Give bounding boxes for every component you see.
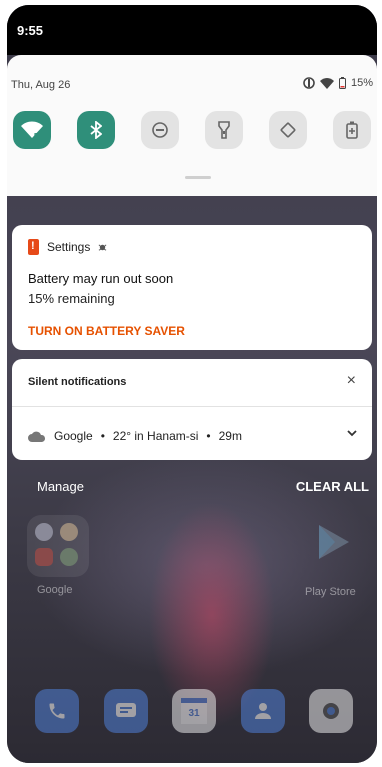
clear-all-button[interactable]: CLEAR ALL <box>296 479 369 494</box>
wifi-badge: 5 <box>34 133 38 139</box>
camera-icon[interactable] <box>309 689 353 733</box>
weather-detail: 22° in Hanam-si <box>112 429 199 443</box>
auto-rotate-icon <box>280 122 296 138</box>
separator: • <box>100 429 105 443</box>
tile-do-not-disturb[interactable] <box>141 111 179 149</box>
battery-percent: 15% <box>350 77 373 89</box>
manage-button[interactable]: Manage <box>37 479 84 494</box>
battery-saver-icon <box>346 121 358 139</box>
tile-auto-rotate[interactable] <box>269 111 307 149</box>
qs-date: Thu, Aug 26 <box>11 79 71 91</box>
flashlight-icon <box>218 121 230 139</box>
quick-settings-panel: Thu, Aug 26 15% 5 <box>7 55 377 196</box>
battery-alert-icon <box>28 239 39 255</box>
app-dock: 31 <box>35 689 353 733</box>
calendar-icon[interactable]: 31 <box>172 689 216 733</box>
drive-icon <box>60 548 78 566</box>
tile-wifi[interactable]: 5 <box>13 111 51 149</box>
tile-bluetooth[interactable] <box>77 111 115 149</box>
wifi-icon: 5 <box>21 121 43 139</box>
status-bar: 9:55 <box>7 5 377 55</box>
play-store-icon[interactable] <box>317 523 351 561</box>
play-store-label: Play Store <box>305 586 356 598</box>
calendar-day: 31 <box>181 698 207 724</box>
contacts-icon[interactable] <box>240 689 285 733</box>
messages-icon[interactable] <box>103 689 148 733</box>
drag-handle[interactable] <box>185 176 211 179</box>
silent-header: Silent notifications <box>28 376 127 388</box>
google-app-name: Google <box>54 429 93 443</box>
quick-tiles: 5 <box>9 111 375 149</box>
silent-notifications-card: Silent notifications × Google • 22° in H… <box>12 359 372 460</box>
chrome-icon <box>60 523 78 541</box>
do-not-disturb-icon <box>152 122 168 138</box>
wifi-status-icon <box>319 77 334 89</box>
notification-app-name: Settings <box>47 240 91 254</box>
notification-title: Battery may run out soon <box>28 271 174 286</box>
divider <box>12 406 372 407</box>
tile-flashlight[interactable] <box>205 111 243 149</box>
separator: • <box>206 429 211 443</box>
tile-battery-saver[interactable] <box>333 111 371 149</box>
dismiss-silent-button[interactable]: × <box>347 372 356 390</box>
battery-saver-action[interactable]: TURN ON BATTERY SAVER <box>28 324 185 338</box>
chevron-down-icon[interactable] <box>347 429 357 437</box>
notification-time: 29m <box>218 429 242 443</box>
settings-notification[interactable]: Settings Battery may run out soon 15% re… <box>12 225 372 350</box>
bug-icon <box>98 243 107 251</box>
phone-screen: Google Play Store 31 9:55 Thu, Aug 26 15… <box>7 5 377 763</box>
youtube-icon <box>35 548 53 566</box>
google-folder[interactable] <box>27 515 89 577</box>
bluetooth-icon <box>90 121 102 139</box>
qs-status-icons: 15% <box>303 77 373 89</box>
folder-label: Google <box>37 584 73 596</box>
google-icon <box>35 523 53 541</box>
battery-status-icon <box>338 77 346 89</box>
cloud-icon <box>28 431 46 442</box>
status-time: 9:55 <box>17 23 44 38</box>
data-saver-icon <box>303 77 315 89</box>
phone-icon[interactable] <box>35 689 79 733</box>
google-notification[interactable]: Google • 22° in Hanam-si • 29m <box>28 429 242 443</box>
notification-text: 15% remaining <box>28 291 115 306</box>
notification-app-row: Settings <box>28 239 107 255</box>
